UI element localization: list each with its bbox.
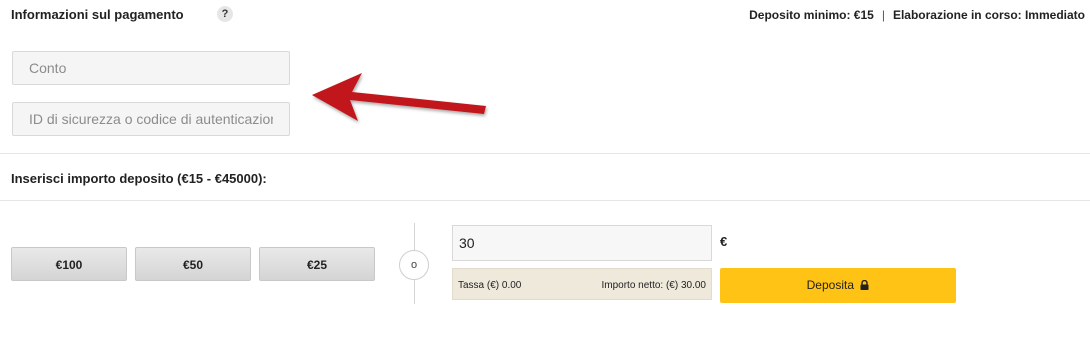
quick-amount-100-button[interactable]: €100	[11, 247, 127, 281]
payment-info-line: Deposito minimo: €15 | Elaborazione in cor…	[749, 8, 1085, 22]
quick-amount-50-button[interactable]: €50	[135, 247, 251, 281]
deposit-amount-title: Inserisci importo deposito (€15 - €45000…	[11, 171, 267, 186]
quick-amount-25-button[interactable]: €25	[259, 247, 375, 281]
deposit-button[interactable]: Deposita	[720, 268, 956, 303]
net-amount-text: Importo netto: (€) 30.00	[601, 280, 706, 291]
deposit-button-label: Deposita	[806, 278, 855, 292]
payment-info-title: Informazioni sul pagamento	[11, 7, 184, 22]
info-separator: |	[881, 8, 885, 22]
annotation-arrow	[312, 73, 486, 121]
currency-label: €	[720, 234, 728, 249]
security-id-input[interactable]	[12, 102, 290, 136]
processing-label: Elaborazione in corso: Immediato	[892, 8, 1085, 22]
help-icon[interactable]: ?	[217, 6, 233, 22]
section-divider	[0, 200, 1090, 201]
or-circle: o	[399, 250, 429, 280]
account-input[interactable]	[12, 51, 290, 85]
min-deposit-text: Deposito minimo: €15	[749, 8, 874, 22]
deposit-amount-input[interactable]	[452, 225, 712, 261]
section-divider	[0, 153, 1090, 154]
lock-icon	[860, 279, 869, 290]
fee-summary-bar: Tassa (€) 0.00 Importo netto: (€) 30.00	[452, 268, 712, 300]
fee-text: Tassa (€) 0.00	[458, 280, 522, 291]
